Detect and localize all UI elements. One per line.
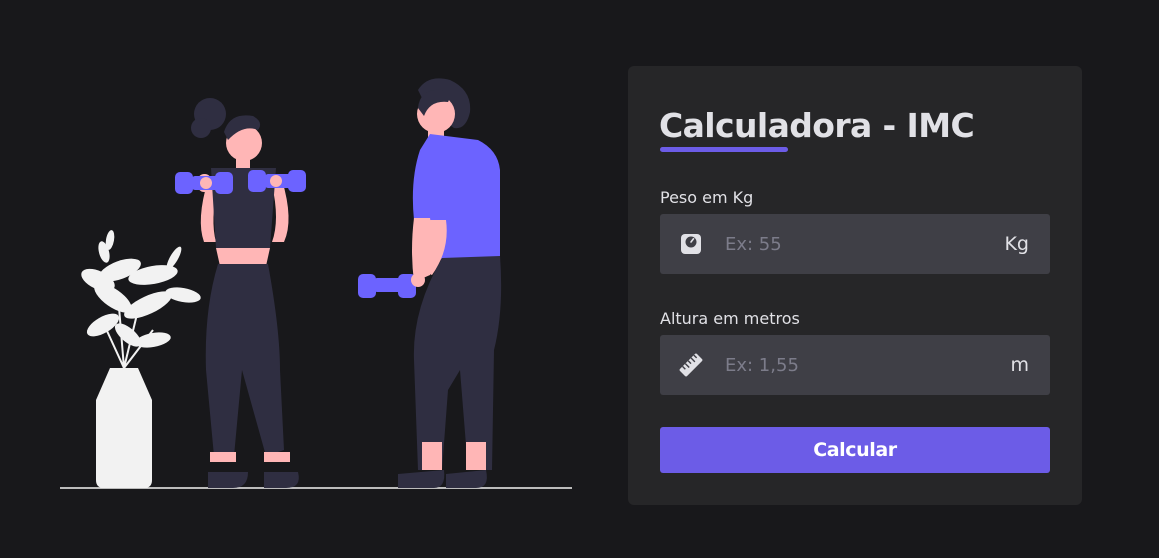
title-underline <box>660 147 788 152</box>
bmi-calculator-card: Calculadora - IMC Peso em Kg Kg Altura e… <box>628 66 1082 505</box>
weight-unit: Kg <box>1004 233 1029 255</box>
height-input[interactable] <box>725 335 975 395</box>
calculate-button[interactable]: Calcular <box>660 427 1050 473</box>
ruler-icon <box>679 353 703 377</box>
page: Calculadora - IMC Peso em Kg Kg Altura e… <box>0 0 1159 558</box>
height-field: m <box>660 335 1050 395</box>
weight-input[interactable] <box>725 214 975 274</box>
scale-icon <box>679 232 703 256</box>
weight-field: Kg <box>660 214 1050 274</box>
height-label: Altura em metros <box>660 309 800 328</box>
plant-icon <box>81 230 201 488</box>
weight-label: Peso em Kg <box>660 188 754 207</box>
fitness-illustration <box>58 70 574 492</box>
height-unit: m <box>1010 354 1029 376</box>
page-title: Calculadora - IMC <box>659 106 975 145</box>
man-figure <box>358 78 502 488</box>
